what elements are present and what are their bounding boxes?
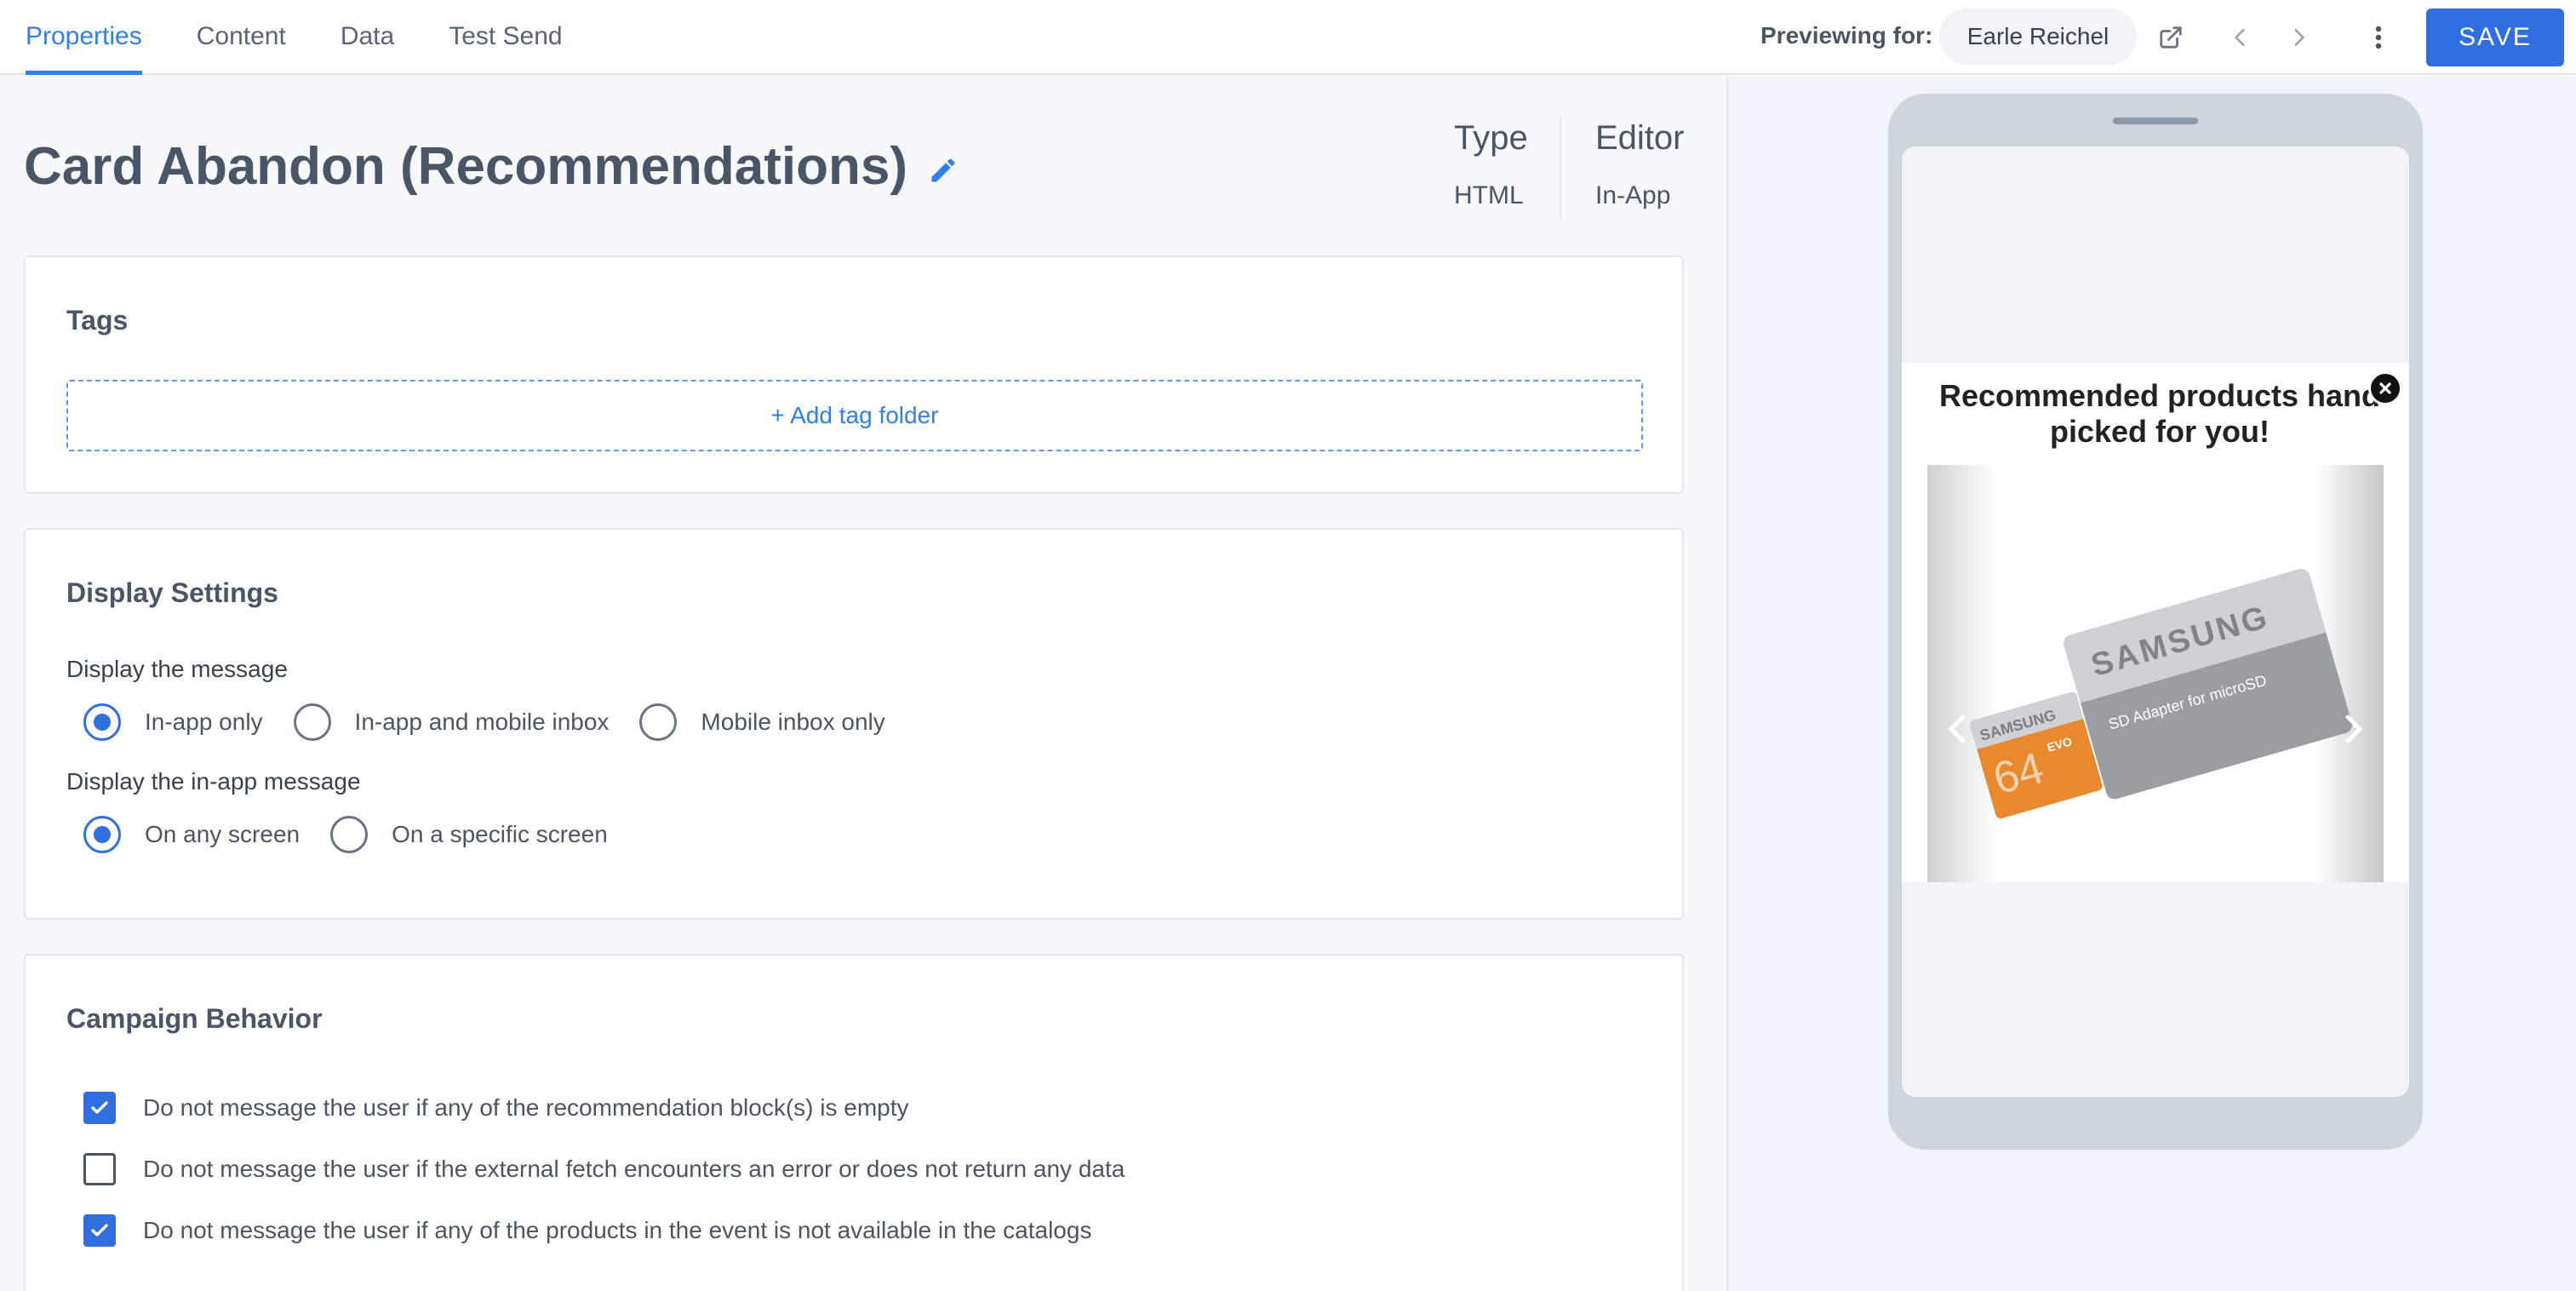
radio-label: In-app and mobile inbox bbox=[354, 709, 610, 735]
type-info: Type HTML bbox=[1454, 119, 1528, 210]
more-vertical-icon[interactable] bbox=[2360, 19, 2397, 56]
save-button[interactable]: SAVE bbox=[2426, 9, 2564, 66]
behavior-option-catalog-unavailable[interactable]: Do not message the user if any of the pr… bbox=[83, 1214, 1091, 1247]
radio-in-app-and-mobile-inbox[interactable]: In-app and mobile inbox bbox=[293, 703, 610, 741]
editor-info: Editor In-App bbox=[1595, 119, 1685, 210]
preview-panel: Recommended products hand picked for you… bbox=[1726, 77, 2576, 1291]
editor-label: Editor bbox=[1595, 119, 1685, 157]
product-carousel: SAMSUNG SD Adapter for microSD SAMSUNG 6… bbox=[1927, 465, 2384, 882]
radio-label: Mobile inbox only bbox=[701, 709, 885, 735]
page-title: Card Abandon (Recommendations) bbox=[24, 137, 907, 196]
display-inapp-label: Display the in-app message bbox=[66, 768, 361, 795]
tab-content[interactable]: Content bbox=[197, 0, 286, 75]
checkbox-label: Do not message the user if any of the pr… bbox=[143, 1217, 1092, 1243]
chevron-right-icon[interactable] bbox=[2280, 19, 2317, 56]
meta-divider bbox=[1560, 118, 1561, 220]
behavior-option-empty-block[interactable]: Do not message the user if any of the re… bbox=[83, 1092, 909, 1124]
campaign-behavior-title: Campaign Behavior bbox=[66, 1003, 323, 1034]
pencil-icon[interactable] bbox=[928, 155, 959, 186]
tab-properties[interactable]: Properties bbox=[26, 0, 142, 75]
type-value: HTML bbox=[1454, 181, 1524, 209]
previewing-label: Previewing for: bbox=[1760, 22, 1933, 49]
tab-test-send[interactable]: Test Send bbox=[449, 0, 562, 75]
checkbox-label: Do not message the user if any of the re… bbox=[143, 1094, 909, 1121]
radio-icon[interactable] bbox=[293, 703, 331, 741]
add-tag-folder-button[interactable]: + Add tag folder bbox=[66, 380, 1643, 451]
top-bar: Properties Content Data Test Send Previe… bbox=[0, 0, 2576, 75]
checkbox-checked-icon[interactable] bbox=[83, 1092, 116, 1124]
tab-data[interactable]: Data bbox=[341, 0, 394, 75]
display-settings-card: Display Settings Display the message In-… bbox=[24, 528, 1684, 920]
radio-mobile-inbox-only[interactable]: Mobile inbox only bbox=[639, 703, 885, 741]
display-settings-title: Display Settings bbox=[66, 577, 278, 608]
checkbox-checked-icon[interactable] bbox=[83, 1214, 116, 1247]
radio-label: In-app only bbox=[145, 709, 263, 735]
radio-on-any-screen[interactable]: On any screen bbox=[83, 816, 300, 853]
radio-in-app-only[interactable]: In-app only bbox=[83, 703, 263, 741]
tab-bar: Properties Content Data Test Send bbox=[26, 0, 617, 75]
radio-on-specific-screen[interactable]: On a specific screen bbox=[330, 816, 608, 853]
in-app-message: Recommended products hand picked for you… bbox=[1902, 363, 2409, 882]
preview-user-selector[interactable]: Earle Reichel bbox=[1939, 9, 2137, 65]
display-inapp-radio-group: On any screen On a specific screen bbox=[83, 816, 638, 853]
tags-card: Tags + Add tag folder bbox=[24, 255, 1684, 494]
type-label: Type bbox=[1454, 119, 1528, 157]
radio-label: On a specific screen bbox=[392, 821, 608, 847]
external-link-icon[interactable] bbox=[2152, 19, 2190, 56]
carousel-prev-icon[interactable] bbox=[1944, 712, 1970, 750]
display-message-radio-group: In-app only In-app and mobile inbox Mobi… bbox=[83, 703, 916, 741]
editor-value: In-App bbox=[1595, 181, 1671, 209]
display-message-label: Display the message bbox=[66, 656, 288, 682]
phone-speaker bbox=[2113, 118, 2198, 124]
product-image: SAMSUNG SD Adapter for microSD SAMSUNG 6… bbox=[1970, 569, 2352, 819]
checkbox-label: Do not message the user if the external … bbox=[143, 1156, 1125, 1182]
checkbox-icon[interactable] bbox=[83, 1153, 116, 1185]
message-headline: Recommended products hand picked for you… bbox=[1938, 378, 2381, 449]
close-icon[interactable] bbox=[2368, 371, 2402, 405]
radio-icon[interactable] bbox=[639, 703, 678, 741]
phone-screen: Recommended products hand picked for you… bbox=[1902, 146, 2409, 1097]
radio-label: On any screen bbox=[145, 821, 301, 847]
chevron-left-icon[interactable] bbox=[2222, 19, 2259, 56]
properties-panel: Card Abandon (Recommendations) Type HTML… bbox=[0, 77, 1726, 1291]
tags-title: Tags bbox=[66, 305, 129, 336]
campaign-behavior-card: Campaign Behavior Do not message the use… bbox=[24, 954, 1684, 1291]
radio-icon[interactable] bbox=[330, 816, 369, 853]
carousel-next-icon[interactable] bbox=[2341, 712, 2367, 750]
radio-selected-icon[interactable] bbox=[83, 816, 121, 853]
radio-selected-icon[interactable] bbox=[83, 703, 121, 741]
phone-frame: Recommended products hand picked for you… bbox=[1888, 94, 2423, 1150]
behavior-option-fetch-error[interactable]: Do not message the user if the external … bbox=[83, 1153, 1125, 1185]
